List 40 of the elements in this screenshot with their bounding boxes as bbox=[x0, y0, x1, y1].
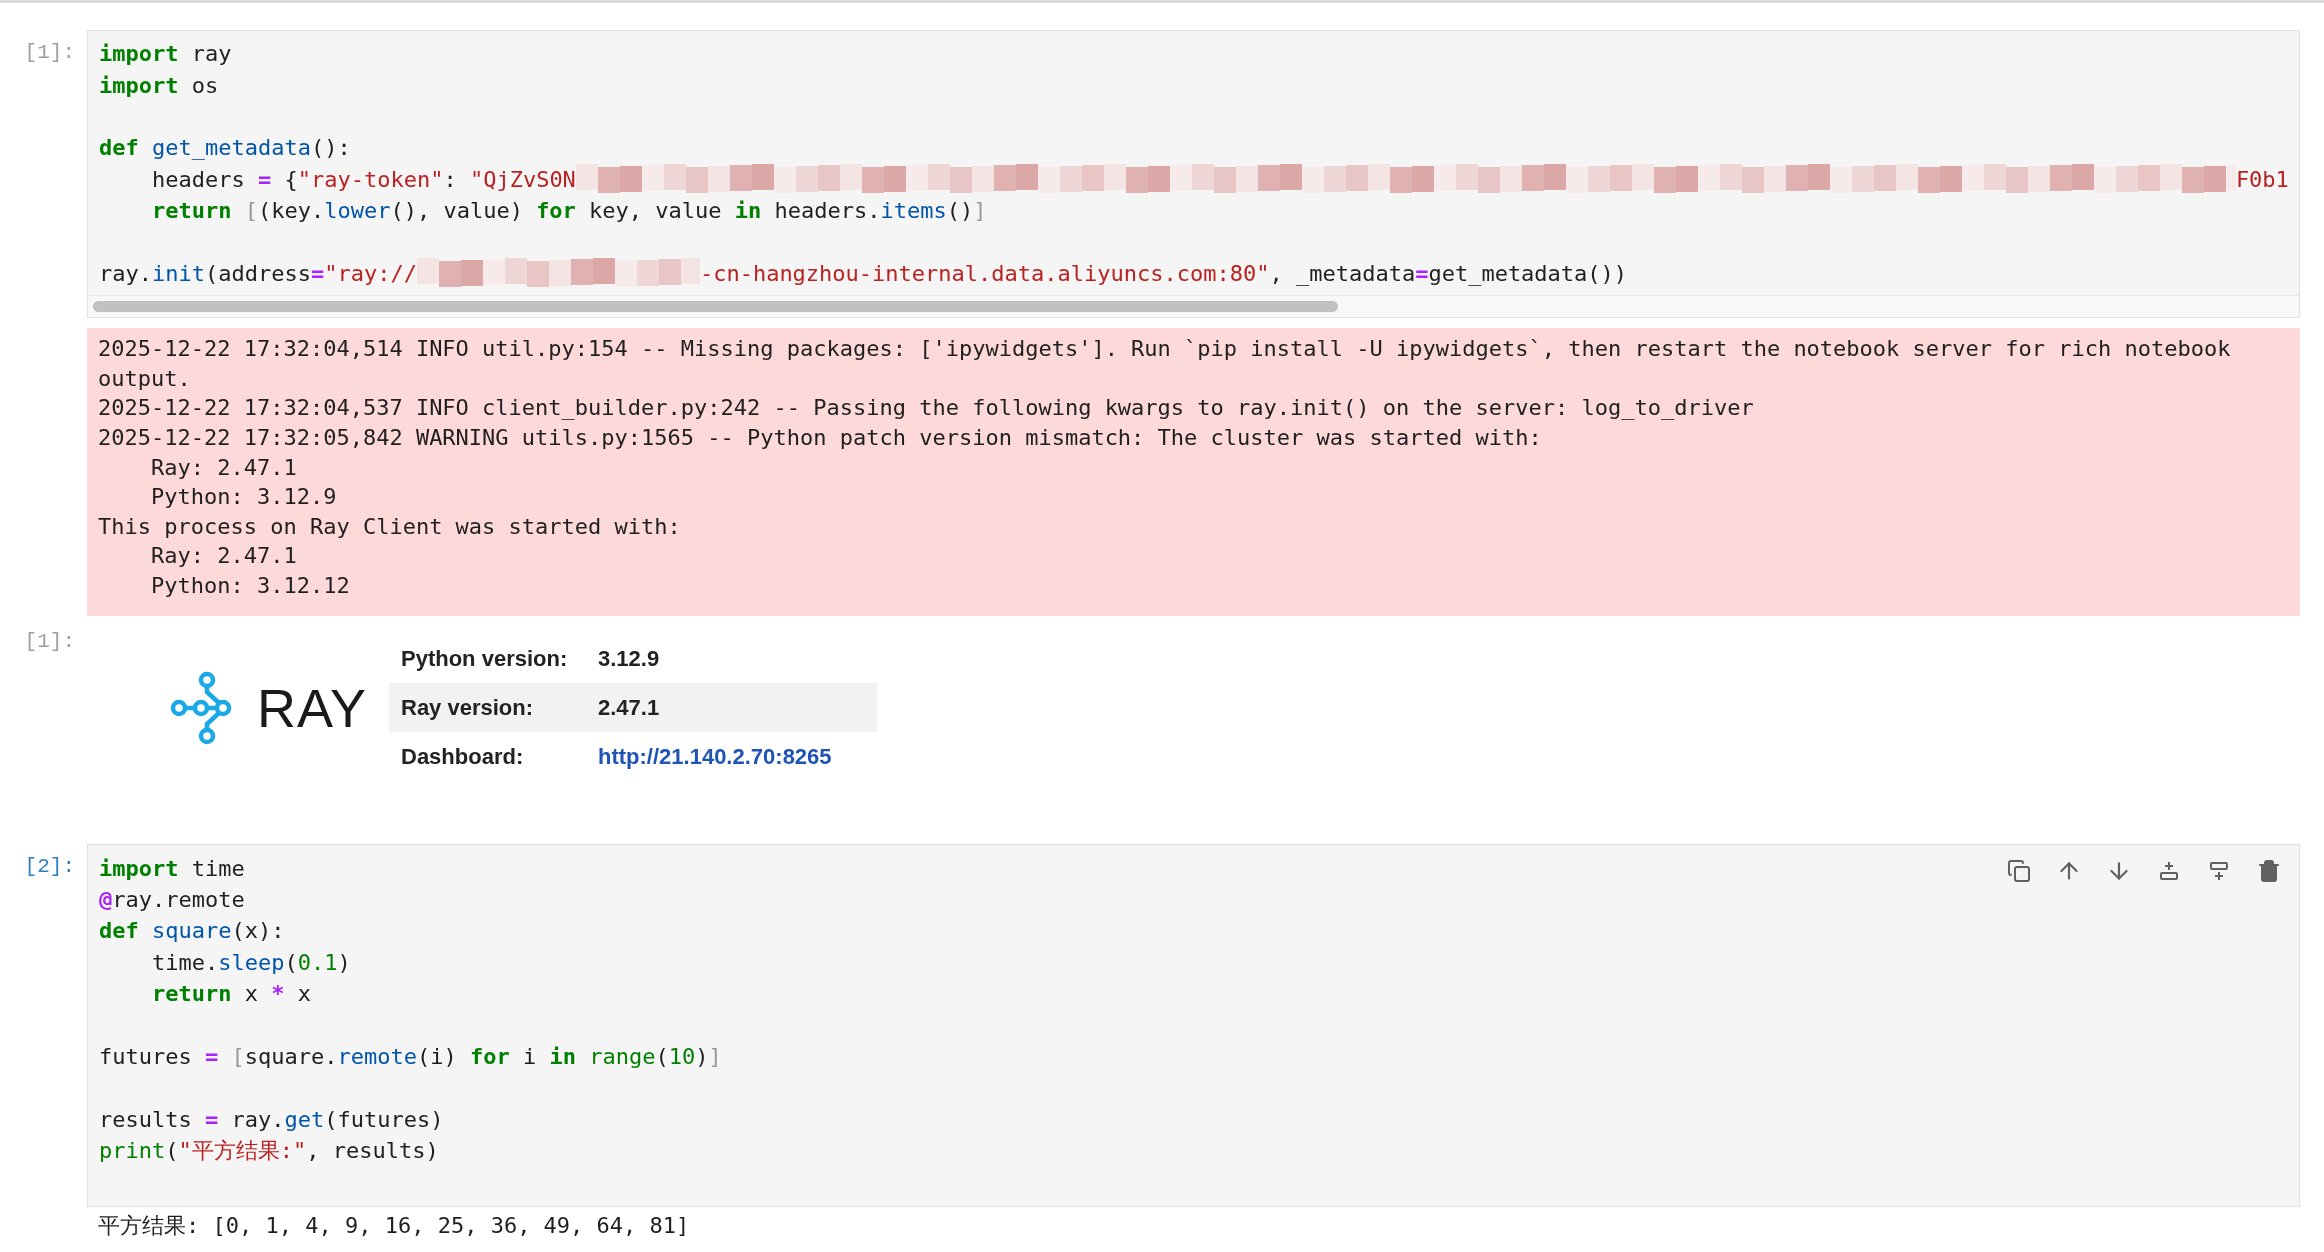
info-value: 2.47.1 bbox=[598, 694, 660, 723]
code-line: return x * x bbox=[150, 980, 311, 1009]
output-line: 2025-12-22 17:32:05,842 WARNING utils.py:1565 -- Python patch version mismatch: The cluster was started with: bbox=[98, 423, 1543, 452]
ray-logo-text: RAY bbox=[257, 680, 368, 735]
copy-icon bbox=[2007, 859, 2031, 884]
code-line: headers = {"ray-token": "QjZvS0N bbox=[150, 165, 576, 194]
code-line: import time bbox=[99, 854, 245, 883]
code-cell[interactable] bbox=[87, 30, 2300, 319]
code-line: return [(key.lower(), value) for key, value in headers.items()] bbox=[150, 197, 987, 226]
code-line: print("平方结果:", results) bbox=[99, 1137, 439, 1166]
code-cell[interactable]: import time @ray.remote def square(x): time.sleep(0.1) return x * x futures = [square.remote(i) for i in range(10)] results = ray.get(futures) print("平方结果:", results) bbox=[87, 844, 2300, 1208]
execution-count: [1]: bbox=[24, 629, 75, 656]
code-line: @ray.remote bbox=[99, 886, 245, 915]
output-line: Ray: 2.47.1 bbox=[150, 453, 298, 482]
output-line: 平方结果: [0, 1, 4, 9, 16, 25, 36, 49, 64, 81] bbox=[98, 1212, 691, 1241]
code-line: time.sleep(0.1) bbox=[150, 948, 351, 977]
info-label: Ray version: bbox=[401, 694, 535, 723]
trash-icon bbox=[2257, 859, 2281, 884]
dashboard-link[interactable]: http://21.140.2.70:8265 bbox=[598, 740, 832, 774]
code-line: results = ray.get(futures) bbox=[99, 1105, 444, 1134]
code-line: import os bbox=[99, 71, 219, 100]
code-line: -cn-hangzhou-internal.data.aliyuncs.com:80", _metadata=get_metadata()) bbox=[699, 259, 1628, 288]
output-line: Python: 3.12.12 bbox=[150, 571, 351, 600]
code-line: F0b1 bbox=[2235, 165, 2289, 194]
code-line: futures = [square.remote(i) for i in range(10)] bbox=[99, 1043, 722, 1071]
output-line: Python: 3.12.9 bbox=[150, 483, 338, 512]
execution-count: [2]: bbox=[24, 854, 75, 881]
code-line: def square(x): bbox=[99, 917, 285, 946]
code-line: def get_metadata(): bbox=[99, 134, 351, 163]
output-line: This process on Ray Client was started with: bbox=[98, 512, 682, 541]
code-line: import ray bbox=[99, 40, 232, 69]
info-value: 3.12.9 bbox=[598, 645, 660, 674]
output-line: 2025-12-22 17:32:04,537 INFO client_builder.py:242 -- Passing the following kwargs to ray.init() on the server: log_to_driver bbox=[98, 394, 1755, 423]
output-line: 2025-12-22 17:32:04,514 INFO util.py:154 -- Missing packages: ['ipywidgets']. Run `pip install -U ipywidgets`, then restart the notebook server for rich notebook output. bbox=[98, 335, 2232, 393]
info-label: Python version: bbox=[401, 645, 569, 674]
code-line: ray.init(address="ray:// bbox=[99, 259, 417, 288]
output-line: Ray: 2.47.1 bbox=[150, 542, 298, 571]
info-label: Dashboard: bbox=[401, 743, 525, 772]
scrollbar[interactable] bbox=[93, 301, 1338, 313]
execution-count: [1]: bbox=[24, 40, 75, 66]
